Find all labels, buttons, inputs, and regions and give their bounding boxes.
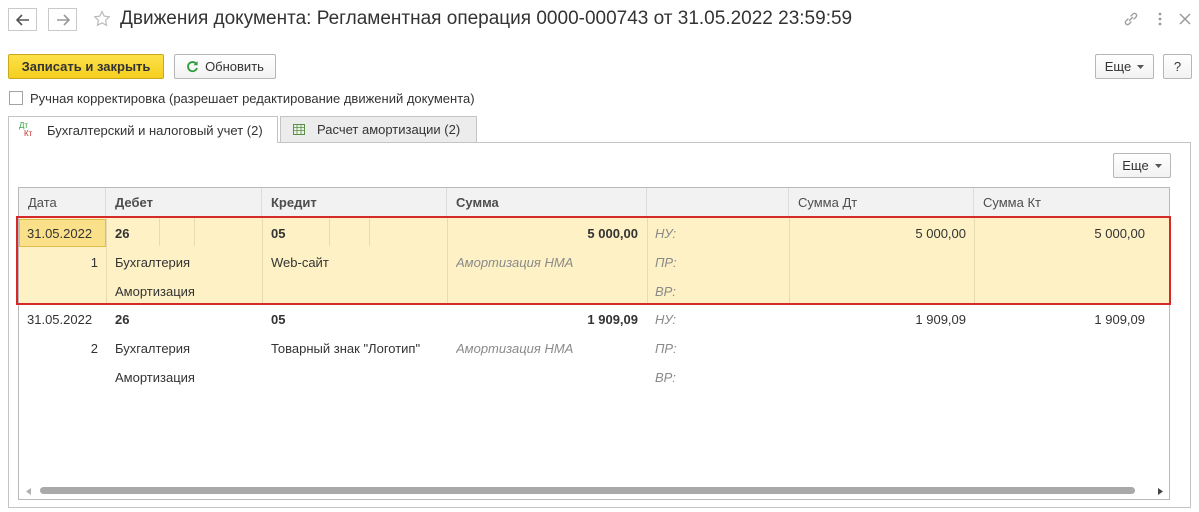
entry-content: Амортизация НМА [456, 341, 574, 356]
page-title: Движения документа: Регламентная операци… [120, 8, 853, 29]
refresh-label: Обновить [205, 59, 264, 74]
table-more-label: Еще [1122, 158, 1149, 173]
entry-sum-kt: 1 909,09 [1094, 312, 1145, 327]
help-button[interactable]: ? [1163, 54, 1192, 79]
entry-nu-label: НУ: [655, 226, 677, 241]
close-icon[interactable] [1175, 9, 1195, 29]
scroll-left-icon[interactable] [26, 488, 31, 495]
entry-debit-account: 26 [115, 226, 130, 241]
entry-amount: 1 909,09 [587, 312, 638, 327]
entry-number: 1 [90, 255, 98, 270]
horizontal-scrollbar[interactable] [20, 484, 1169, 498]
link-icon[interactable] [1121, 9, 1141, 29]
entry-debit-sub2: Амортизация [115, 370, 195, 385]
tab-accounting-label: Бухгалтерский и налоговый учет (2) [47, 122, 263, 138]
entry-debit-account: 26 [115, 312, 130, 327]
entry-sum-dt: 1 909,09 [915, 312, 966, 327]
manual-correction-checkbox[interactable] [9, 91, 23, 105]
entry-debit-sub2: Амортизация [115, 284, 195, 299]
entries-table[interactable]: Дата Дебет Кредит Сумма Сумма Дт Сумма К… [18, 187, 1170, 500]
entry-amount: 5 000,00 [587, 226, 638, 241]
entry-credit-account: 05 [271, 226, 286, 241]
column-header-amount[interactable]: Сумма [447, 188, 647, 217]
table-more-button[interactable]: Еще [1113, 153, 1171, 178]
entry-credit-account: 05 [271, 312, 286, 327]
favorite-star-icon[interactable] [92, 9, 112, 29]
scroll-right-icon[interactable] [1158, 488, 1163, 495]
entry-sum-dt: 5 000,00 [915, 226, 966, 241]
entry-credit-sub1: Товарный знак "Логотип" [271, 341, 421, 356]
arrow-right-icon [56, 13, 70, 26]
more-label: Еще [1104, 59, 1132, 74]
manual-correction-row[interactable]: Ручная корректировка (разрешает редактир… [9, 89, 475, 107]
scrollbar-thumb[interactable] [40, 487, 1135, 494]
entry-debit-sub1: Бухгалтерия [115, 341, 191, 356]
tab-depreciation-label: Расчет амортизации (2) [317, 122, 461, 137]
entry-date: 31.05.2022 [27, 226, 93, 241]
back-button[interactable] [8, 8, 37, 31]
entry-number: 2 [90, 341, 98, 356]
save-and-close-button[interactable]: Записать и закрыть [8, 54, 164, 79]
entry-date: 31.05.2022 [27, 312, 93, 327]
forward-button[interactable] [48, 8, 77, 31]
column-header-credit[interactable]: Кредит [262, 188, 447, 217]
tab-depreciation[interactable]: Расчет амортизации (2) [280, 116, 477, 142]
entry-debit-sub1: Бухгалтерия [115, 255, 191, 270]
column-header-sum-kt[interactable]: Сумма Кт [974, 188, 1169, 217]
chevron-down-icon [1154, 163, 1162, 168]
entry-vr-label: ВР: [655, 284, 676, 299]
entry-pr-label: ПР: [655, 341, 677, 356]
column-header-accounting-type[interactable] [647, 188, 789, 217]
refresh-button[interactable]: Обновить [174, 54, 276, 79]
manual-correction-label: Ручная корректировка (разрешает редактир… [30, 90, 475, 106]
tab-accounting[interactable]: Дт Кт Бухгалтерский и налоговый учет (2) [8, 116, 278, 143]
entry-credit-sub1: Web-сайт [271, 255, 329, 270]
entry-pr-label: ПР: [655, 255, 677, 270]
arrow-left-icon [15, 13, 29, 26]
entry-nu-label: НУ: [655, 312, 677, 327]
entry-sum-kt: 5 000,00 [1094, 226, 1145, 241]
more-actions-icon[interactable] [1150, 9, 1170, 29]
column-header-debit[interactable]: Дебет [106, 188, 262, 217]
more-button[interactable]: Еще [1095, 54, 1154, 79]
column-header-sum-dt[interactable]: Сумма Дт [789, 188, 974, 217]
entry-vr-label: ВР: [655, 370, 676, 385]
refresh-icon [187, 61, 198, 73]
dt-kt-icon: Дт Кт [19, 121, 33, 138]
entry-content: Амортизация НМА [456, 255, 574, 270]
column-header-date[interactable]: Дата [19, 188, 106, 217]
chevron-down-icon [1137, 64, 1145, 69]
table-icon [293, 124, 305, 135]
